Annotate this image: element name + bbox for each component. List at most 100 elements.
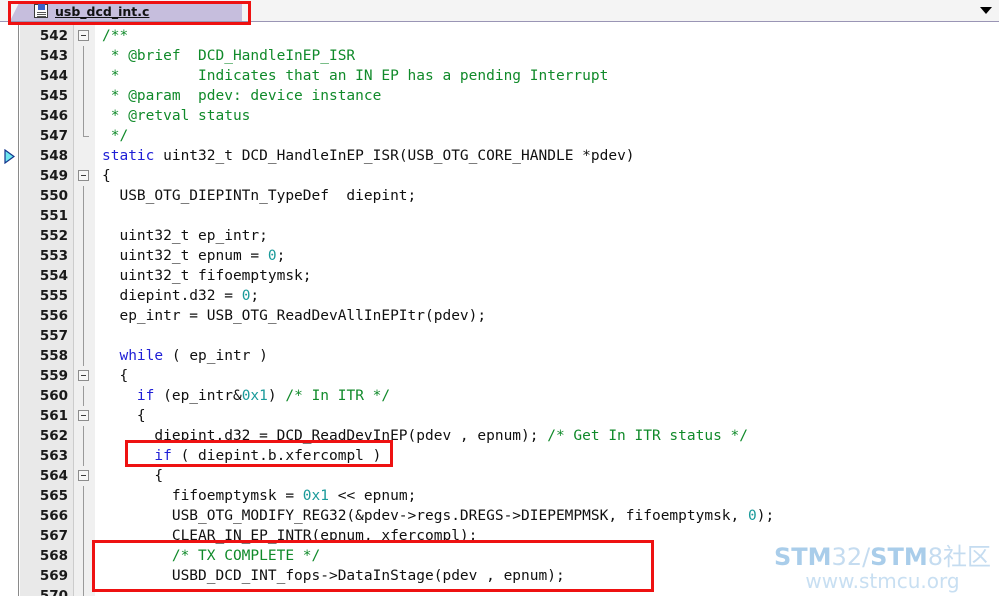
fold-toggle-icon[interactable]	[78, 410, 89, 421]
code-text: uint32_t DCD_HandleInEP_ISR(USB_OTG_CORE…	[154, 148, 635, 164]
fold-guide-line	[83, 306, 84, 326]
tab-usb-dcd-int-c[interactable]: usb_dcd_int.c	[10, 1, 242, 21]
fold-guide-line	[83, 266, 84, 286]
code-line[interactable]: * Indicates that an IN EP has a pending …	[102, 66, 609, 86]
code-line[interactable]: {	[102, 366, 128, 386]
fold-guide-line	[83, 446, 84, 466]
line-number: 555	[39, 288, 68, 304]
code-line[interactable]: uint32_t epnum = 0;	[102, 246, 285, 266]
code-comment: /* Get In ITR status */	[547, 428, 749, 444]
code-line[interactable]: {	[102, 166, 111, 186]
code-line[interactable]: {	[102, 406, 146, 426]
fold-toggle-icon[interactable]	[78, 30, 89, 41]
fold-guide-line	[83, 506, 84, 526]
breakpoint-margin[interactable]	[0, 22, 19, 596]
code-line[interactable]: USB_OTG_MODIFY_REG32(&pdev->regs.DREGS->…	[102, 506, 774, 526]
line-number: 550	[39, 188, 68, 204]
code-line[interactable]: * @retval status	[102, 106, 251, 126]
code-line[interactable]: /* TX COMPLETE */	[102, 546, 320, 566]
code-line[interactable]: if ( diepint.b.xfercompl )	[102, 446, 381, 466]
code-text: << epnum;	[329, 488, 417, 504]
code-text: {	[102, 168, 111, 184]
code-text: USBD_DCD_INT_fops->DataInStage(pdev , ep…	[102, 568, 565, 584]
fold-toggle-icon[interactable]	[78, 370, 89, 381]
code-line[interactable]: diepint.d32 = DCD_ReadDevInEP(pdev , epn…	[102, 426, 748, 446]
tab-bar-empty-area	[242, 1, 999, 21]
fold-guide-line	[83, 326, 84, 346]
code-text: {	[102, 368, 129, 384]
code-line[interactable]: if (ep_intr&0x1) /* In ITR */	[102, 386, 390, 406]
code-text: ;	[250, 288, 260, 304]
code-line[interactable]: ep_intr = USB_OTG_ReadDevAllInEPItr(pdev…	[102, 306, 486, 326]
line-number: 560	[39, 388, 68, 404]
line-number: 563	[39, 448, 68, 464]
fold-guide-line	[83, 566, 84, 586]
code-comment: * Indicates that an IN EP has a pending …	[102, 68, 609, 84]
line-number: 556	[39, 308, 68, 324]
fold-guide-line	[83, 186, 84, 206]
code-comment: /* TX COMPLETE */	[171, 548, 321, 564]
code-text: USB_OTG_MODIFY_REG32(&pdev->regs.DREGS->…	[102, 508, 749, 524]
code-text: diepint.d32 = DCD_ReadDevInEP(pdev , epn…	[102, 428, 548, 444]
code-line[interactable]: diepint.d32 = 0;	[102, 286, 259, 306]
fold-guide-end	[83, 136, 89, 137]
code-text: uint32_t epnum =	[102, 248, 268, 264]
code-comment: * @brief DCD_HandleInEP_ISR	[102, 48, 356, 64]
fold-guide-line	[83, 386, 84, 406]
fold-guide-line	[83, 106, 84, 126]
chevron-down-icon[interactable]	[980, 7, 992, 14]
fold-guide-line	[83, 86, 84, 106]
code-text: diepint.d32 =	[102, 288, 242, 304]
fold-guide-line	[83, 526, 84, 546]
code-comment: /* In ITR */	[285, 388, 391, 404]
line-number: 561	[39, 408, 68, 424]
line-number: 552	[39, 228, 68, 244]
tab-label: usb_dcd_int.c	[55, 3, 150, 19]
line-number: 562	[39, 428, 68, 444]
line-number: 570	[39, 588, 68, 596]
code-line[interactable]: USB_OTG_DIEPINTn_TypeDef diepint;	[102, 186, 416, 206]
code-text: uint32_t ep_intr;	[102, 228, 268, 244]
code-line[interactable]: {	[102, 466, 163, 486]
line-number: 557	[39, 328, 68, 344]
code-comment: /**	[102, 28, 129, 44]
c-source-file-icon	[34, 4, 48, 18]
code-line[interactable]: CLEAR_IN_EP_INTR(epnum, xfercompl);	[102, 526, 478, 546]
fold-toggle-icon[interactable]	[78, 170, 89, 181]
fold-toggle-icon[interactable]	[78, 470, 89, 481]
code-text-area[interactable]: /** * @brief DCD_HandleInEP_ISR * Indica…	[95, 22, 999, 596]
fold-guide-line	[83, 46, 84, 66]
code-line[interactable]: /**	[102, 26, 128, 46]
line-number: 545	[39, 88, 68, 104]
fold-guide-line	[83, 226, 84, 246]
code-comment: * @param pdev: device instance	[102, 88, 382, 104]
code-line[interactable]: USBD_DCD_INT_fops->DataInStage(pdev , ep…	[102, 566, 565, 586]
code-line[interactable]: while ( ep_intr )	[102, 346, 268, 366]
code-line[interactable]: * @brief DCD_HandleInEP_ISR	[102, 46, 355, 66]
line-number: 543	[39, 48, 68, 64]
bookmark-arrow-icon[interactable]	[4, 149, 15, 164]
code-folding-column[interactable]	[73, 22, 95, 596]
code-number: 0	[267, 248, 277, 264]
code-line[interactable]: uint32_t ep_intr;	[102, 226, 268, 246]
code-editor[interactable]: 542 543 544 545 546 547 548 549 550 551 552 553 554 5…	[0, 22, 999, 596]
editor-tab-bar: usb_dcd_int.c	[0, 0, 999, 22]
fold-guide-line	[83, 246, 84, 266]
code-comment: */	[102, 128, 129, 144]
code-number: 0x1	[302, 488, 329, 504]
code-text: fifoemptymsk =	[102, 488, 303, 504]
code-line[interactable]: * @param pdev: device instance	[102, 86, 382, 106]
fold-guide-line	[83, 586, 84, 596]
code-text: ( ep_intr )	[163, 348, 268, 364]
fold-guide-line	[83, 546, 84, 566]
code-line[interactable]: uint32_t fifoemptymsk;	[102, 266, 311, 286]
code-line[interactable]: */	[102, 126, 128, 146]
code-line[interactable]: fifoemptymsk = 0x1 << epnum;	[102, 486, 416, 506]
code-text: {	[102, 408, 146, 424]
code-text: ( diepint.b.xfercompl )	[171, 448, 382, 464]
line-number: 564	[39, 468, 68, 484]
code-line[interactable]: static uint32_t DCD_HandleInEP_ISR(USB_O…	[102, 146, 635, 166]
line-number: 554	[39, 268, 68, 284]
line-number: 549	[39, 168, 68, 184]
code-comment: * @retval status	[102, 108, 251, 124]
